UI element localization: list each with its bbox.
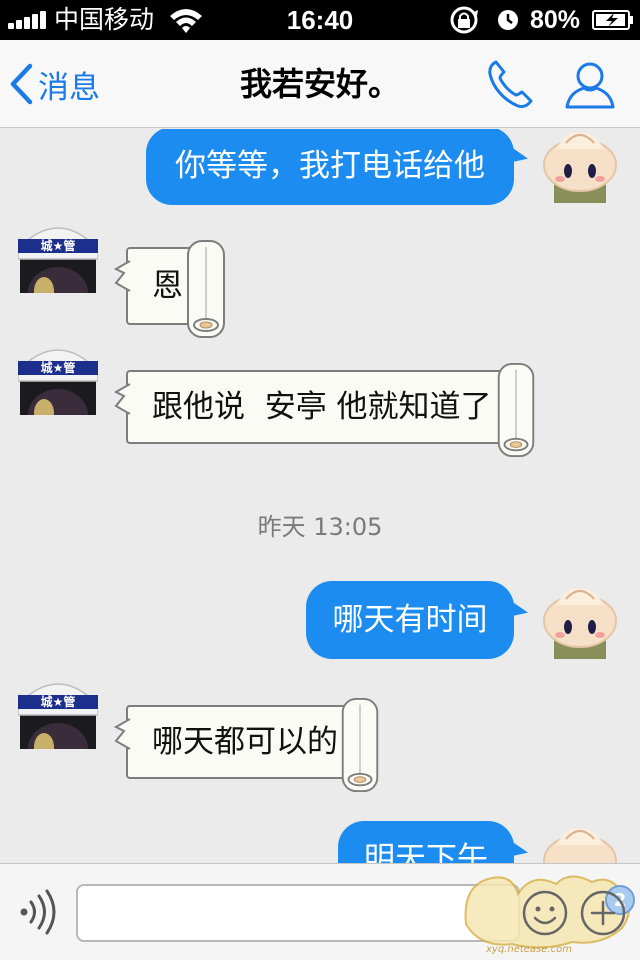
watermark-url: xyq.netease.com (486, 944, 572, 955)
paper-roll-decoration (341, 697, 379, 793)
chat-header: 消息 我若安好。 (0, 40, 640, 128)
battery-icon (592, 10, 633, 30)
message-composer: 2 xyq.netease.com (0, 863, 640, 960)
emoji-icon[interactable] (520, 888, 570, 938)
guard-avatar-image: 城★管 (18, 349, 98, 415)
phone-icon[interactable] (486, 58, 534, 110)
page-title: 我若安好。 (239, 65, 400, 103)
sent-message-bubble[interactable]: 明天下午 (338, 821, 514, 863)
guard-avatar-image: 城★管 (18, 227, 98, 293)
battery-percentage: 80% (530, 6, 581, 34)
message-text: 哪天有时间 (332, 602, 488, 638)
my-avatar[interactable] (540, 129, 620, 203)
message-text: 哪天都可以的 (152, 724, 338, 760)
voice-icon[interactable] (16, 888, 58, 936)
message-text: 跟他说 安亭 他就知道了 (152, 389, 492, 425)
status-bar: 中国移动 16:40 80% (0, 0, 640, 40)
contact-avatar[interactable]: 城★管 (18, 669, 98, 749)
message-timestamp: 昨天 13:05 (257, 513, 383, 541)
paper-roll-decoration (187, 240, 225, 338)
helmet-label: 城★管 (41, 360, 76, 375)
alarm-icon (498, 10, 518, 30)
guard-avatar-image: 城★管 (18, 683, 98, 749)
sent-message-bubble[interactable]: 哪天有时间 (306, 581, 514, 659)
lock-rotation-icon (450, 6, 478, 34)
helmet-label: 城★管 (41, 238, 76, 253)
bubble-pointer (114, 718, 131, 750)
contact-icon[interactable] (564, 58, 616, 110)
bubble-pointer (114, 260, 131, 292)
message-list[interactable]: 你等等，我打电话给他 城★管 恩 城★管 跟他说 安亭 他就知道了 昨天 13:… (0, 129, 640, 863)
contact-avatar[interactable]: 城★管 (18, 335, 98, 415)
plus-icon[interactable] (578, 888, 628, 938)
sent-message-bubble[interactable]: 你等等，我打电话给他 (146, 129, 514, 205)
received-message-bubble[interactable]: 恩 (114, 240, 225, 338)
bun-avatar-image (540, 579, 620, 659)
bun-avatar-image (540, 819, 620, 863)
message-text: 恩 (152, 268, 183, 304)
helmet-label: 城★管 (41, 694, 76, 709)
message-text: 你等等，我打电话给他 (175, 148, 485, 184)
bubble-pointer (114, 383, 131, 415)
contact-avatar[interactable]: 城★管 (18, 213, 98, 293)
message-text: 明天下午 (364, 841, 488, 863)
bun-avatar-image (540, 129, 620, 203)
my-avatar[interactable] (540, 579, 620, 659)
my-avatar[interactable] (540, 819, 620, 863)
received-message-bubble[interactable]: 哪天都可以的 (114, 697, 379, 793)
received-message-bubble[interactable]: 跟他说 安亭 他就知道了 (114, 362, 535, 458)
paper-roll-decoration (497, 362, 535, 458)
